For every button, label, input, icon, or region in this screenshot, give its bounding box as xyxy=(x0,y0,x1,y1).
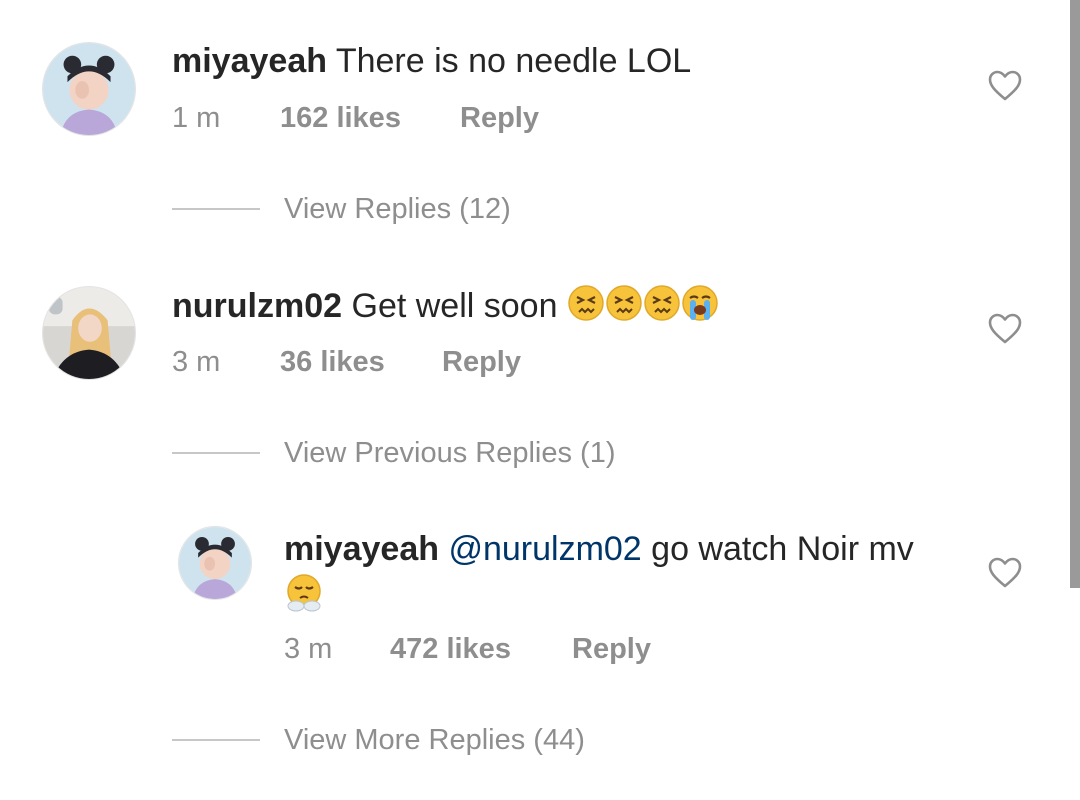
view-previous-replies-link[interactable]: View Previous Replies (1) xyxy=(172,435,732,471)
likes-count[interactable]: 472 likes xyxy=(390,631,572,667)
divider xyxy=(172,452,260,454)
username[interactable]: miyayeah xyxy=(284,530,439,568)
persevering-face-emoji xyxy=(567,284,605,332)
view-replies-label[interactable]: View Replies (12) xyxy=(284,191,511,227)
comment-text: nurulzm02 Get well soon xyxy=(172,284,719,332)
view-more-replies-link[interactable]: View More Replies (44) xyxy=(172,722,692,758)
like-heart-icon[interactable] xyxy=(988,70,1022,102)
comment-meta: 1 m 162 likes Reply xyxy=(172,100,539,136)
comment-body: There is no needle LOL xyxy=(335,42,692,80)
divider xyxy=(172,208,260,210)
reply-meta: 3 m 472 likes Reply xyxy=(284,631,651,667)
like-heart-icon[interactable] xyxy=(988,557,1022,589)
comment-body: Get well soon xyxy=(351,286,558,325)
reply-text: miyayeah @nurulzm02 go watch Noir mv xyxy=(284,528,914,570)
view-more-replies-label[interactable]: View More Replies (44) xyxy=(284,722,585,758)
comment-meta: 3 m 36 likes Reply xyxy=(172,344,521,380)
view-replies-link[interactable]: View Replies (12) xyxy=(172,191,672,227)
likes-count[interactable]: 36 likes xyxy=(280,344,442,380)
persevering-face-emoji xyxy=(643,284,681,332)
timestamp: 3 m xyxy=(284,633,333,665)
avatar[interactable] xyxy=(42,286,136,380)
username[interactable]: nurulzm02 xyxy=(172,287,342,325)
divider xyxy=(172,739,260,741)
reply-button[interactable]: Reply xyxy=(460,100,539,136)
reply-button[interactable]: Reply xyxy=(572,631,651,667)
reply-body: go watch Noir mv xyxy=(651,530,914,568)
like-heart-icon[interactable] xyxy=(988,313,1022,345)
mention-link[interactable]: @nurulzm02 xyxy=(448,530,641,568)
avatar[interactable] xyxy=(178,526,252,600)
scrollbar[interactable] xyxy=(1070,0,1080,588)
face-with-steam-from-nose-emoji xyxy=(284,572,324,612)
timestamp: 1 m xyxy=(172,102,221,134)
comment-text: miyayeah There is no needle LOL xyxy=(172,40,691,82)
likes-count[interactable]: 162 likes xyxy=(280,100,460,136)
avatar[interactable] xyxy=(42,42,136,136)
view-previous-replies-label[interactable]: View Previous Replies (1) xyxy=(284,435,616,471)
persevering-face-emoji xyxy=(605,284,643,332)
timestamp: 3 m xyxy=(172,346,221,378)
username[interactable]: miyayeah xyxy=(172,42,327,80)
loudly-crying-face-emoji xyxy=(681,284,719,332)
reply-button[interactable]: Reply xyxy=(442,344,521,380)
